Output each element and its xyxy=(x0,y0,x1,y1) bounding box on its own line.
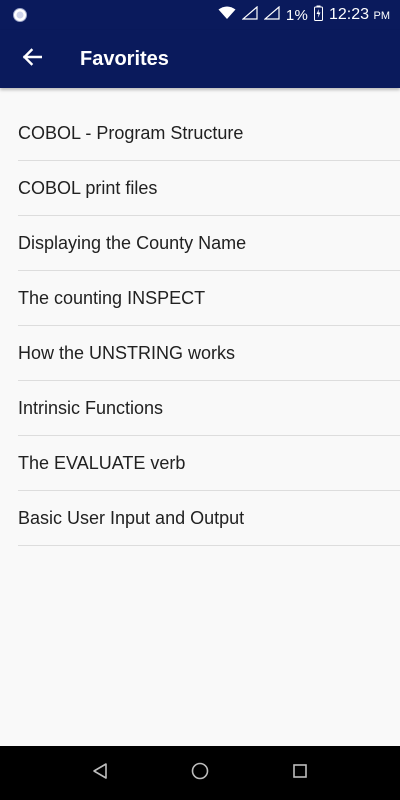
list-item[interactable]: Displaying the County Name xyxy=(18,216,400,271)
list-item[interactable]: COBOL print files xyxy=(18,161,400,216)
nav-recents-icon xyxy=(292,763,308,784)
list-item-label: COBOL - Program Structure xyxy=(18,123,244,143)
list-item[interactable]: COBOL - Program Structure xyxy=(18,106,400,161)
clock: 12:23 PM xyxy=(329,6,390,24)
status-bar: 1% 12:23 PM xyxy=(0,0,400,30)
list-item[interactable]: Basic User Input and Output xyxy=(18,491,400,546)
notification-dot-icon xyxy=(12,7,28,23)
favorites-list: COBOL - Program Structure COBOL print fi… xyxy=(0,88,400,546)
nav-back-button[interactable] xyxy=(85,758,115,788)
clock-time: 12:23 xyxy=(329,6,370,23)
app-bar: Favorites xyxy=(0,30,400,88)
system-nav-bar xyxy=(0,746,400,800)
list-item-label: Basic User Input and Output xyxy=(18,508,245,528)
list-item-label: COBOL print files xyxy=(18,178,158,198)
list-item[interactable]: The EVALUATE verb xyxy=(18,436,400,491)
nav-recents-button[interactable] xyxy=(285,758,315,788)
status-icons: 1% 12:23 PM xyxy=(218,0,390,30)
signal-icon-2 xyxy=(263,5,280,25)
list-item-label: How the UNSTRING works xyxy=(18,343,236,363)
back-button[interactable] xyxy=(12,39,52,79)
list-item-label: The EVALUATE verb xyxy=(18,453,186,473)
wifi-icon xyxy=(218,6,236,25)
list-item-label: The counting INSPECT xyxy=(18,288,206,308)
clock-suffix: PM xyxy=(373,10,391,22)
nav-home-button[interactable] xyxy=(185,758,215,788)
list-item[interactable]: The counting INSPECT xyxy=(18,271,400,326)
list-item[interactable]: How the UNSTRING works xyxy=(18,326,400,381)
nav-home-icon xyxy=(190,761,210,786)
screen: 1% 12:23 PM Favorites COBOL - Program St… xyxy=(0,0,400,800)
page-title: Favorites xyxy=(80,48,169,70)
list-item[interactable]: Intrinsic Functions xyxy=(18,381,400,436)
list-item-label: Displaying the County Name xyxy=(18,233,247,253)
nav-back-icon xyxy=(91,762,109,785)
list-item-label: Intrinsic Functions xyxy=(18,398,164,418)
battery-icon xyxy=(314,5,323,26)
battery-percent: 1% xyxy=(285,6,308,24)
signal-icon xyxy=(241,5,258,25)
arrow-back-icon xyxy=(22,47,43,71)
